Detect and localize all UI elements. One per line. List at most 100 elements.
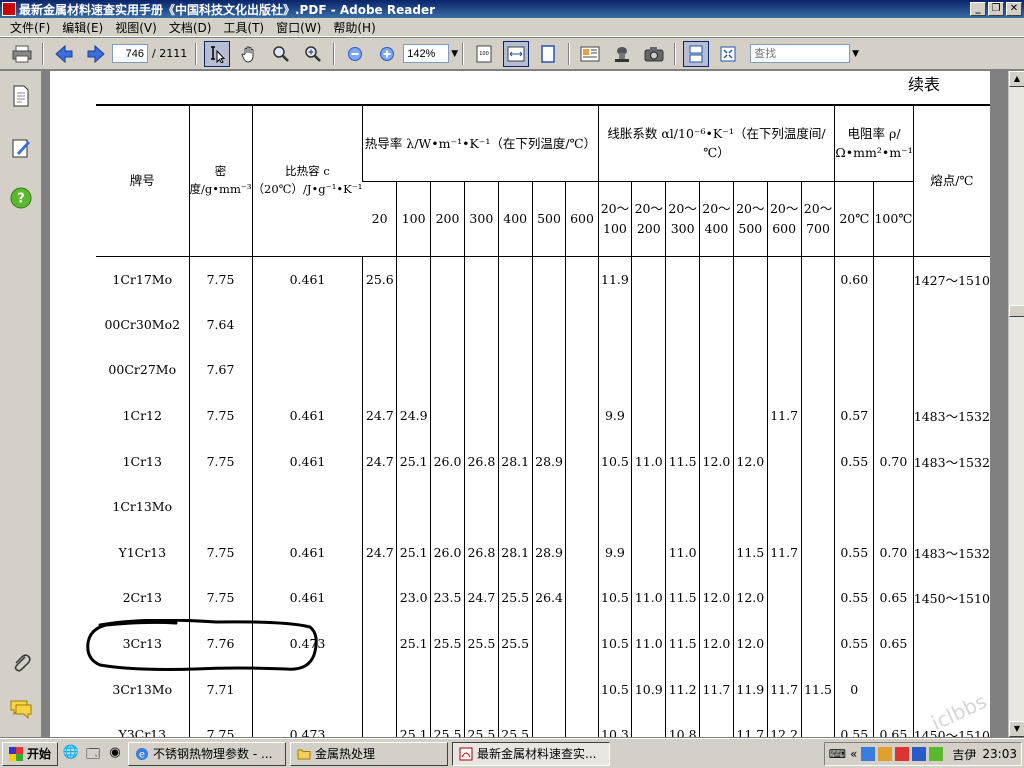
header-tc-temp: 20 (362, 181, 397, 257)
comments-icon[interactable] (10, 699, 32, 721)
grade-cell: 1Cr17Mo (112, 271, 173, 287)
value-cell (430, 666, 465, 712)
value-cell: 7.64 (188, 301, 253, 348)
snapshot-icon[interactable] (641, 41, 667, 67)
task-adobe-reader-window[interactable]: 最新金属材料速查实... (452, 741, 611, 766)
search-input[interactable] (750, 44, 851, 63)
toolbar-separator (674, 42, 677, 65)
zoom-tool-icon[interactable] (268, 41, 294, 67)
value-cell (362, 347, 397, 393)
value-cell: 7.67 (188, 347, 253, 393)
network-icon[interactable] (861, 747, 876, 761)
task-label: 最新金属材料速查实... (477, 747, 597, 761)
continuous-page-icon[interactable] (683, 40, 710, 67)
folder-icon (297, 749, 311, 759)
value-cell (665, 256, 700, 302)
grade-cell: 2Cr13 (122, 590, 162, 606)
document-area[interactable]: 续表 牌号 密度/g•mm⁻³ 比热容 c（20℃）/J•g⁻¹•K⁻¹ 热导率… (42, 71, 1008, 737)
value-cell (362, 666, 397, 712)
value-cell (631, 529, 666, 576)
header-tc-temp: 200 (430, 181, 465, 257)
antivirus-icon[interactable] (895, 747, 910, 761)
value-cell: 12.0 (732, 438, 768, 484)
value-cell: 0.55 (834, 529, 874, 576)
start-button[interactable]: 开始 (2, 741, 59, 766)
value-cell: 7.75 (188, 438, 253, 484)
value-cell (362, 620, 397, 667)
zoom-out-icon[interactable] (342, 41, 368, 67)
qq-icon[interactable] (878, 747, 893, 761)
vertical-scrollbar[interactable]: ▲ ▼ (1008, 71, 1024, 737)
header-resistivity: 电阻率 ρ/Ω•mm²•m⁻¹ (834, 104, 914, 182)
value-cell: 24.7 (362, 529, 397, 576)
value-cell (531, 666, 566, 712)
value-cell: 28.9 (531, 438, 566, 484)
close-button[interactable]: ✕ (1006, 2, 1022, 16)
search-dropdown-icon[interactable]: ▼ (852, 49, 859, 59)
value-cell: 7.75 (188, 392, 253, 439)
value-cell: 25.1 (396, 620, 431, 667)
value-cell (396, 666, 431, 712)
attachments-icon[interactable] (10, 651, 32, 673)
desktop-icon[interactable]: 🗔 (84, 745, 102, 763)
page-number-input[interactable] (112, 44, 148, 63)
full-screen-icon[interactable] (715, 41, 741, 67)
value-cell (800, 256, 835, 302)
ime-indicator[interactable]: 吉伊 (952, 746, 976, 763)
zoom-level-input[interactable] (403, 44, 450, 63)
document-properties-icon[interactable] (577, 41, 603, 67)
zoom-dropdown-icon[interactable]: ▼ (451, 49, 458, 59)
update-icon[interactable] (929, 747, 944, 761)
minimize-button[interactable]: _ (970, 2, 986, 16)
menu-document[interactable]: 文档(D) (163, 19, 218, 36)
value-cell (531, 256, 566, 302)
value-cell (631, 347, 666, 393)
scroll-down-icon[interactable]: ▼ (1009, 721, 1024, 737)
task-browser-window[interactable]: e 不锈钢热物理参数 - ... (128, 741, 287, 766)
value-cell: 26.4 (531, 575, 566, 621)
signatures-icon[interactable] (10, 137, 32, 159)
fit-page-icon[interactable] (535, 41, 561, 67)
menu-help[interactable]: 帮助(H) (327, 19, 381, 36)
scroll-up-icon[interactable]: ▲ (1009, 71, 1024, 87)
value-cell (565, 438, 599, 484)
menu-window[interactable]: 窗口(W) (270, 19, 327, 36)
stamp-icon[interactable] (609, 41, 635, 67)
value-cell (463, 301, 499, 348)
fit-width-icon[interactable] (503, 40, 530, 67)
header-melting-point: 熔点/℃ (912, 104, 990, 257)
next-page-icon[interactable] (83, 41, 109, 67)
zoom-in-circle-icon[interactable] (374, 41, 400, 67)
menu-file[interactable]: 文件(F) (4, 19, 56, 36)
menu-tools[interactable]: 工具(T) (217, 19, 270, 36)
svg-text:?: ? (17, 192, 25, 207)
select-text-icon[interactable] (204, 40, 231, 67)
volume-icon[interactable] (912, 747, 927, 761)
zoom-in-icon[interactable] (300, 41, 326, 67)
keyboard-icon[interactable]: ⌨ (829, 747, 846, 761)
table-row: 1Cr17Mo 7.75 0.461 25.6 11.9 0.60 1427～1510 (96, 256, 990, 302)
previous-page-icon[interactable] (51, 41, 77, 67)
menu-view[interactable]: 视图(V) (109, 19, 163, 36)
pages-icon[interactable] (10, 85, 32, 107)
value-cell (873, 347, 914, 393)
scrollbar-thumb[interactable] (1009, 305, 1024, 317)
tray-expand-icon[interactable]: « (850, 747, 857, 761)
hand-tool-icon[interactable] (236, 41, 262, 67)
svg-text:100: 100 (479, 51, 489, 57)
value-cell: 0.65 (873, 711, 914, 737)
print-icon[interactable] (9, 41, 35, 67)
value-cell (430, 483, 465, 530)
browser-icon[interactable]: 🌐 (62, 745, 80, 763)
help-icon[interactable]: ? (10, 187, 32, 209)
value-cell: 12.2 (766, 711, 802, 737)
task-folder-window[interactable]: 金属热处理 (290, 741, 449, 766)
restore-button[interactable]: ❐ (988, 2, 1004, 16)
value-cell: 0.461 (251, 529, 363, 576)
value-cell (531, 392, 566, 439)
menu-edit[interactable]: 编辑(E) (56, 19, 109, 36)
actual-size-icon[interactable]: 100 (471, 41, 497, 67)
value-cell: 11.7 (699, 666, 734, 712)
media-icon[interactable]: ◉ (106, 745, 124, 763)
clock: 23:03 (982, 747, 1017, 761)
